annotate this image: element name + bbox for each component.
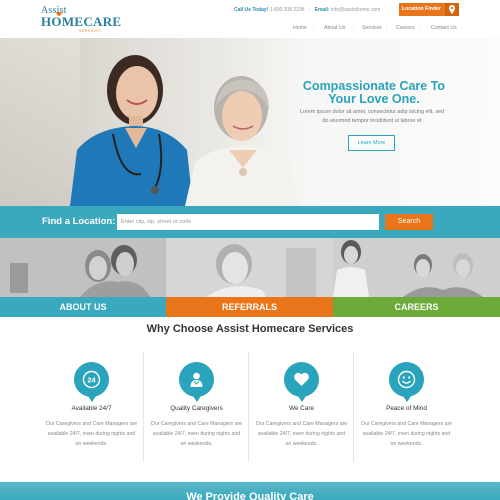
about-us-label: ABOUT US xyxy=(0,297,166,317)
feature-available: 24 Available 24/7 Our Caregivers and Car… xyxy=(39,352,144,467)
site-logo[interactable]: Assist HOMECARE SERVICES xyxy=(41,5,121,33)
feature-panels: ABOUT US REFERRALS CAREERS xyxy=(0,238,500,317)
feature-text: Our Caregivers and Care Managers are ava… xyxy=(360,421,453,447)
smiley-icon xyxy=(389,362,424,402)
panel-referrals[interactable]: REFERRALS xyxy=(166,238,333,317)
about-us-photo xyxy=(0,238,166,297)
quality-care-title: We Provide Quality Care xyxy=(186,491,314,500)
main-nav: Home | About Us | Services | Careers | C… xyxy=(287,25,467,34)
contact-divider: | xyxy=(308,7,311,13)
location-finder-label: Location Finder xyxy=(402,6,441,12)
24-hour-icon: 24 xyxy=(74,362,109,402)
map-pin-icon xyxy=(445,3,459,16)
panel-about-us[interactable]: ABOUT US xyxy=(0,238,166,317)
referrals-label: REFERRALS xyxy=(166,297,333,317)
feature-title: We Care xyxy=(288,405,315,412)
quality-care-band: We Provide Quality Care xyxy=(0,482,500,500)
hero-banner: Compassionate Care To Your Love One. Lor… xyxy=(0,38,500,206)
nav-divider: | xyxy=(353,25,355,31)
find-location-bar: Find a Location: Search xyxy=(0,206,500,238)
nav-careers[interactable]: Careers xyxy=(396,25,414,31)
heart-icon xyxy=(284,362,319,402)
logo-line3: SERVICES xyxy=(79,29,102,33)
nav-about[interactable]: About Us xyxy=(324,25,345,31)
careers-photo xyxy=(333,238,500,297)
email-link[interactable]: info@assisthome.com xyxy=(331,7,380,13)
feature-peace-of-mind: Peace of Mind Our Caregivers and Care Ma… xyxy=(354,352,459,467)
feature-title: Available 24/7 xyxy=(71,405,112,412)
feature-text: Our Caregivers and Care Managers are ava… xyxy=(255,421,348,447)
phone-number[interactable]: 1.800.208.2298 xyxy=(270,7,305,13)
nav-home[interactable]: Home xyxy=(293,25,307,31)
location-search-input[interactable] xyxy=(117,214,379,230)
feature-quality-caregivers: Quality Caregivers Our Caregivers and Ca… xyxy=(144,352,249,467)
logo-line2: HOMECARE xyxy=(41,14,122,29)
email-label: Email: xyxy=(314,7,330,13)
feature-title: Quality Caregivers xyxy=(170,405,223,412)
svg-text:24: 24 xyxy=(87,375,96,384)
hero-photo-nurse-and-senior xyxy=(70,55,299,206)
site-header: Assist HOMECARE SERVICES Call Us Today! … xyxy=(0,0,500,38)
contact-info: Call Us Today! 1.800.208.2298 | Email: i… xyxy=(234,7,380,13)
search-button[interactable]: Search xyxy=(385,214,433,230)
logo-heart-icon xyxy=(56,11,62,17)
caregiver-icon xyxy=(179,362,214,402)
learn-more-button[interactable]: Learn More xyxy=(348,135,395,151)
referrals-photo xyxy=(166,238,333,297)
nav-divider: | xyxy=(313,25,315,31)
why-choose-title: Why Choose Assist Homecare Services xyxy=(146,323,354,335)
feature-we-care: We Care Our Caregivers and Care Managers… xyxy=(249,352,354,467)
find-location-label: Find a Location: xyxy=(42,216,116,227)
feature-text: Our Caregivers and Care Managers are ava… xyxy=(45,421,138,447)
hero-body: Lorem ipsum dolor sit amet, consectetur … xyxy=(299,109,445,124)
hero-title: Compassionate Care To Your Love One. xyxy=(302,79,446,106)
careers-label: CAREERS xyxy=(333,297,500,317)
nav-services[interactable]: Services xyxy=(362,25,382,31)
feature-text: Our Caregivers and Care Managers are ava… xyxy=(150,421,243,447)
panel-careers[interactable]: CAREERS xyxy=(333,238,500,317)
call-label: Call Us Today! xyxy=(234,7,269,13)
nav-contact[interactable]: Contact Us xyxy=(431,25,457,31)
nav-divider: | xyxy=(420,25,422,31)
location-finder-button[interactable]: Location Finder xyxy=(399,3,459,16)
nav-divider: | xyxy=(386,25,388,31)
feature-title: Peace of Mind xyxy=(386,405,427,412)
